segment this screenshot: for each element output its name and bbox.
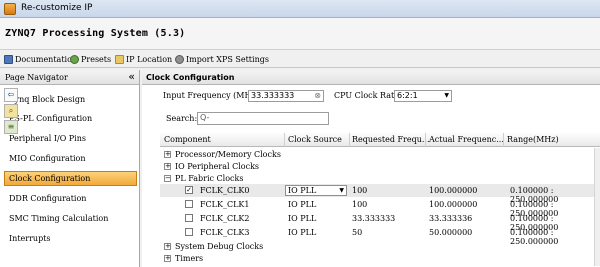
col-actual-frequency[interactable]: Actual Frequenc... (429, 135, 504, 144)
side-toolbar: ⇦ ⌕ ≡ (4, 88, 19, 136)
group-label: System Debug Clocks (175, 242, 264, 251)
import-xps-label: Import XPS Settings (186, 54, 269, 64)
search-placeholder: Q- (200, 113, 210, 122)
table-row[interactable]: FCLK_CLK3 IO PLL 50 50.000000 0.100000 :… (160, 226, 600, 246)
requested-frequency[interactable]: 50 (352, 228, 362, 237)
clock-table: Component Clock Source Requested Frequ..… (160, 133, 600, 267)
nav-item-mio-configuration[interactable]: MIO Configuration (4, 151, 137, 166)
requested-frequency[interactable]: 100 (352, 200, 367, 209)
back-arrow-icon: ⇦ (7, 90, 15, 99)
table-header: Component Clock Source Requested Frequ..… (160, 133, 600, 147)
input-frequency-field[interactable]: 33.333333 ⊗ (248, 90, 324, 102)
table-row[interactable]: FCLK_CLK2 IO PLL 33.333333 33.333336 0.1… (160, 212, 600, 232)
group-label: Processor/Memory Clocks (175, 150, 281, 159)
nav-item-clock-configuration[interactable]: Clock Configuration (4, 171, 137, 186)
actual-frequency: 100.000000 (429, 200, 478, 209)
collapse-icon[interactable]: − (164, 175, 171, 182)
actual-frequency: 33.333336 (429, 214, 473, 223)
ip-header: ZYNQ7 Processing System (5.3) (0, 18, 600, 50)
clock-name: FCLK_CLK0 (200, 186, 250, 195)
fclk-enable-checkbox[interactable]: ✓ (185, 186, 193, 194)
group-timers[interactable]: + Timers (160, 252, 600, 265)
panel-header: Clock Configuration (142, 70, 600, 85)
requested-frequency[interactable]: 33.333333 (352, 214, 395, 223)
clock-source-value[interactable]: IO PLL (288, 200, 316, 209)
expand-icon[interactable]: + (164, 151, 171, 158)
actual-frequency: 100.000000 (429, 186, 478, 195)
app-icon (4, 3, 16, 15)
column-divider[interactable] (503, 133, 504, 147)
cpu-clock-ratio-label: CPU Clock Ratio (334, 91, 402, 100)
actual-frequency: 50.000000 (429, 228, 473, 237)
gear-icon (175, 54, 184, 64)
panel-title: Clock Configuration (146, 73, 235, 82)
group-label: Timers (175, 254, 204, 263)
magnifier-icon: ⌕ (8, 106, 14, 115)
search-tool-button[interactable]: ⌕ (4, 104, 18, 118)
nav-item-peripheral-io-pins[interactable]: Peripheral I/O Pins (4, 131, 137, 146)
fclk-enable-checkbox[interactable] (185, 200, 193, 208)
window-title: Re-customize IP (21, 3, 93, 13)
collapse-icon[interactable]: « (128, 70, 135, 83)
col-clock-source[interactable]: Clock Source (288, 135, 342, 144)
clock-source-value[interactable]: IO PLL (288, 228, 316, 237)
ip-title: ZYNQ7 Processing System (5.3) (5, 28, 186, 39)
nav-item-zynq-block-design[interactable]: Zynq Block Design (4, 92, 137, 107)
table-row[interactable]: FCLK_CLK1 IO PLL 100 100.000000 0.100000… (160, 198, 600, 218)
cpu-clock-ratio-select[interactable]: 6:2:1 ▼ (394, 90, 452, 102)
expand-icon[interactable]: + (164, 255, 171, 262)
col-component[interactable]: Component (164, 135, 211, 144)
presets-icon (70, 54, 79, 64)
import-xps-button[interactable]: Import XPS Settings (175, 53, 269, 65)
expand-icon[interactable]: + (164, 163, 171, 170)
nav-item-smc-timing-calculation[interactable]: SMC Timing Calculation (4, 211, 137, 226)
presets-label: Presets (81, 54, 112, 64)
clock-name: FCLK_CLK2 (200, 214, 250, 223)
tree-icon: ≡ (7, 122, 15, 131)
back-button[interactable]: ⇦ (4, 88, 18, 102)
ip-location-label: IP Location (126, 54, 173, 64)
search-label: Search: (166, 114, 198, 123)
nav-item-ps-pl-configuration[interactable]: PS-PL Configuration (4, 111, 137, 126)
column-divider[interactable] (284, 133, 285, 147)
nav-item-interrupts[interactable]: Interrupts (4, 231, 137, 246)
search-input[interactable]: Q- (197, 112, 329, 125)
collapse-all-button[interactable]: ≡ (4, 120, 18, 134)
clock-source-value: IO PLL (288, 186, 317, 195)
nav-title: Page Navigator (5, 73, 68, 82)
clock-source-value[interactable]: IO PLL (288, 214, 316, 223)
input-frequency-label: Input Frequency (MHz) (163, 91, 259, 100)
col-requested-frequency[interactable]: Requested Frequ... (352, 135, 430, 144)
folder-icon (115, 54, 124, 64)
ip-location-button[interactable]: IP Location (115, 53, 172, 65)
input-frequency-value: 33.333333 (251, 91, 295, 100)
col-range[interactable]: Range(MHz) (507, 135, 559, 144)
fclk-enable-checkbox[interactable] (185, 214, 193, 222)
nav-header: Page Navigator « (0, 70, 139, 85)
documentation-label: Documentation (15, 54, 78, 64)
fclk-enable-checkbox[interactable] (185, 228, 193, 236)
column-divider[interactable] (349, 133, 350, 147)
chevron-down-icon: ▼ (339, 187, 344, 194)
nav-item-ddr-configuration[interactable]: DDR Configuration (4, 191, 137, 206)
toolbar: Documentation Presets IP Location Import… (0, 50, 600, 68)
presets-button[interactable]: Presets (70, 53, 111, 65)
clear-icon[interactable]: ⊗ (314, 91, 321, 101)
group-label: PL Fabric Clocks (175, 174, 244, 183)
clock-name: FCLK_CLK1 (200, 200, 250, 209)
book-icon (4, 54, 13, 64)
page-navigator: Page Navigator « Zynq Block Design PS-PL… (0, 70, 140, 267)
clock-name: FCLK_CLK3 (200, 228, 250, 237)
expand-icon[interactable]: + (164, 243, 171, 250)
cpu-clock-ratio-value: 6:2:1 (397, 91, 418, 100)
column-divider[interactable] (425, 133, 426, 147)
chevron-down-icon: ▼ (444, 92, 449, 99)
group-label: IO Peripheral Clocks (175, 162, 260, 171)
clock-source-select[interactable]: IO PLL ▼ (285, 185, 347, 196)
requested-frequency[interactable]: 100 (352, 186, 367, 195)
documentation-button[interactable]: Documentation (4, 53, 77, 65)
table-row[interactable]: ✓ FCLK_CLK0 IO PLL ▼ 100 100.000000 0.10… (160, 184, 600, 204)
window-titlebar: Re-customize IP (0, 0, 600, 18)
vertical-scrollbar[interactable] (594, 148, 600, 266)
